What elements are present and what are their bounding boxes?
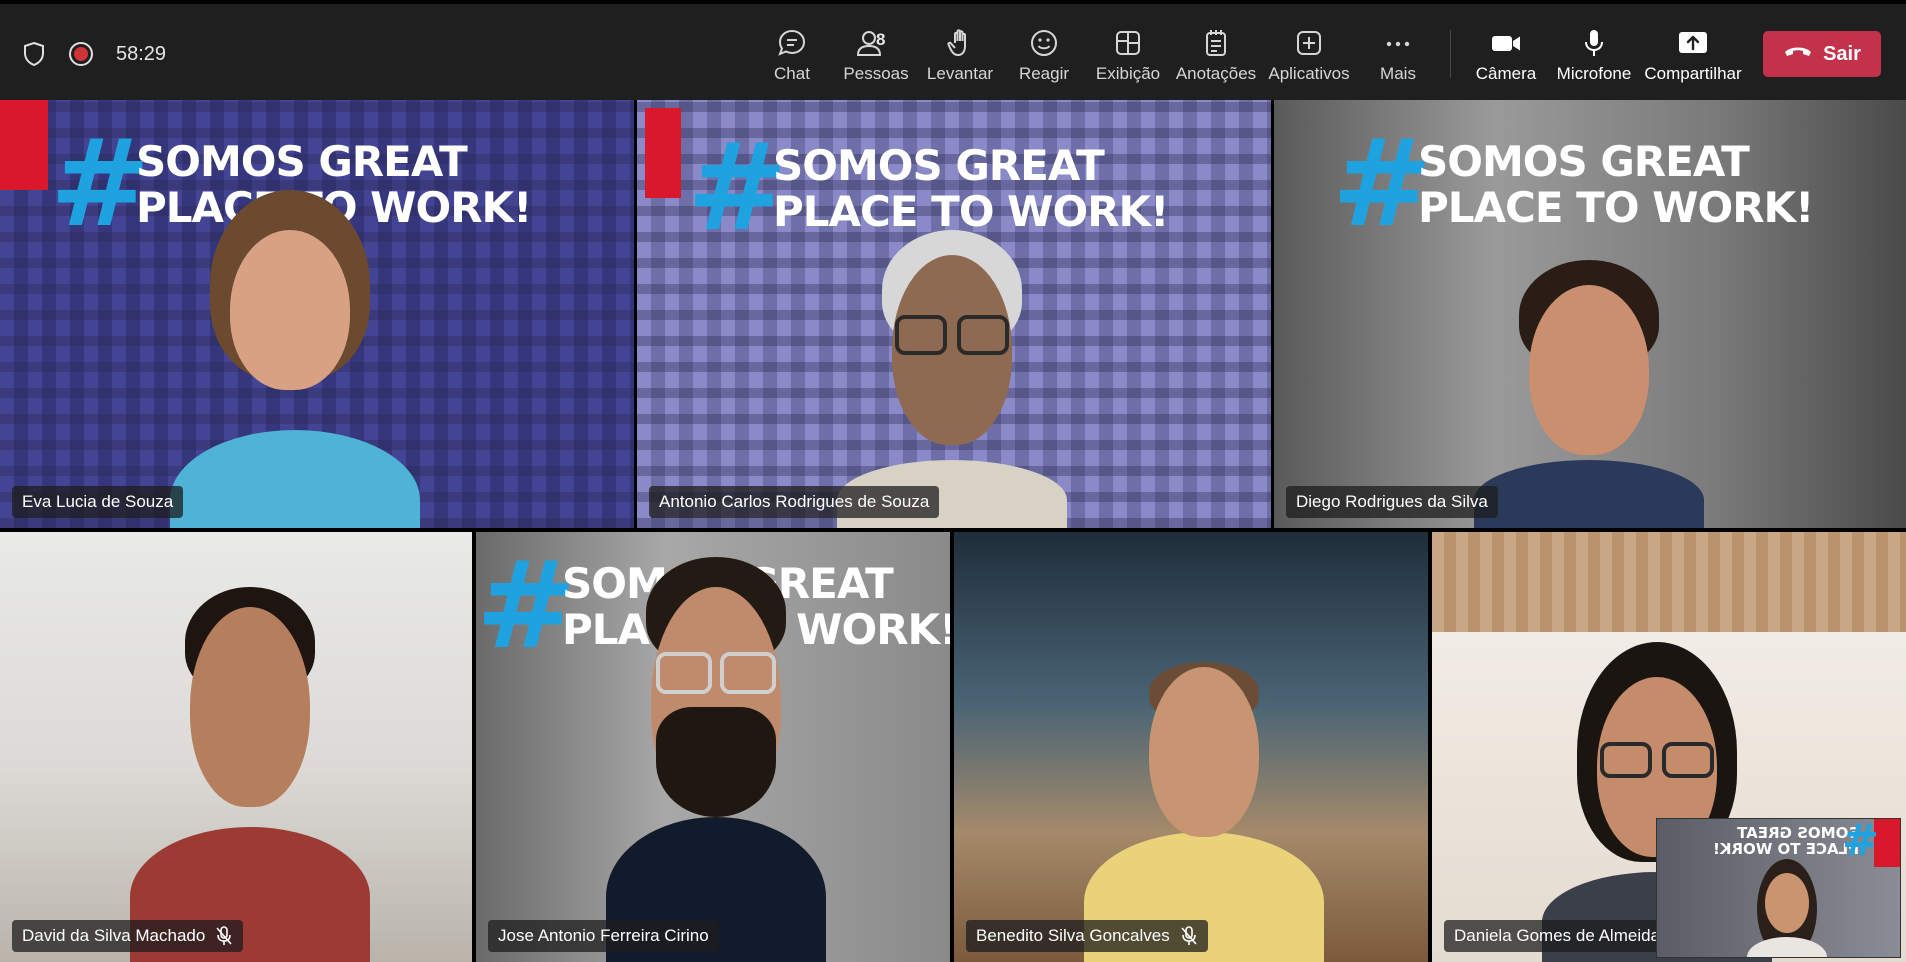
hang-up-icon <box>1783 43 1813 66</box>
leave-button[interactable]: Sair <box>1763 31 1881 77</box>
participant-tile[interactable]: # SOMOS GREAT PLACE TO WORK! Diego Rodri… <box>1274 100 1906 528</box>
participant-tile-active[interactable]: # SOMOS GREAT PLACE TO WORK! Antonio Car… <box>637 100 1271 528</box>
participant-name: Antonio Carlos Rodrigues de Souza <box>649 486 940 518</box>
self-view-video[interactable]: SOMOS GREAT PLACE TO WORK! # <box>1656 818 1901 958</box>
share-button[interactable]: Compartilhar <box>1644 26 1742 88</box>
participant-video <box>130 587 370 962</box>
add-app-icon <box>1293 26 1325 60</box>
recording-icon <box>68 41 94 67</box>
apps-button[interactable]: Aplicativos <box>1268 26 1350 88</box>
participant-video <box>1084 662 1324 962</box>
shield-icon[interactable] <box>22 41 46 67</box>
participant-video <box>1474 260 1704 528</box>
participant-name: Jose Antonio Ferreira Cirino <box>488 920 719 952</box>
people-icon: 8 <box>846 26 906 60</box>
more-button[interactable]: Mais <box>1378 26 1418 88</box>
microphone-button[interactable]: Microfone <box>1556 26 1632 88</box>
company-logo <box>0 100 48 190</box>
react-button[interactable]: Reagir <box>1018 26 1070 88</box>
participant-name: David da Silva Machado <box>12 920 244 952</box>
hand-icon <box>944 26 976 60</box>
camera-icon <box>1489 26 1523 60</box>
background-banner: # SOMOS GREAT PLACE TO WORK! <box>687 119 1169 258</box>
mic-off-icon <box>1180 926 1198 946</box>
notes-icon <box>1200 26 1232 60</box>
participant-tile[interactable]: Benedito Silva Goncalves <box>954 532 1428 962</box>
people-button[interactable]: 8 Pessoas <box>843 26 908 88</box>
notes-button[interactable]: Anotações <box>1176 26 1256 88</box>
chat-button[interactable]: Chat <box>770 26 814 88</box>
camera-button[interactable]: Câmera <box>1476 26 1536 88</box>
meeting-toolbar: 58:29 Chat 8 Pessoas Levantar Reagir Exi… <box>0 0 1906 100</box>
background-banner: # SOMOS GREAT PLACE TO WORK! <box>1332 115 1814 254</box>
company-logo <box>645 108 681 198</box>
meeting-status: 58:29 <box>22 36 166 72</box>
raise-hand-button[interactable]: Levantar <box>927 26 993 88</box>
smiley-icon <box>1028 26 1060 60</box>
mirrored-banner: SOMOS GREAT PLACE TO WORK! <box>1713 824 1860 858</box>
participant-tile[interactable]: # SOMOS GREAT PLACE TO WORK! Eva Lucia d… <box>0 100 634 528</box>
layout-icon <box>1112 26 1144 60</box>
toolbar-divider <box>1450 30 1451 78</box>
mirrored-hash: # <box>1842 818 1879 866</box>
participant-video <box>837 230 1067 528</box>
participant-video <box>606 557 826 962</box>
mic-off-icon <box>215 926 233 946</box>
participant-name: Eva Lucia de Souza <box>12 486 184 518</box>
participant-tile[interactable]: # SOMOS GREAT PLACE TO WORK! Jose Antoni… <box>476 532 950 962</box>
view-button[interactable]: Exibição <box>1096 26 1160 88</box>
more-dots-icon <box>1382 26 1414 60</box>
participant-name: Diego Rodrigues da Silva <box>1286 486 1498 518</box>
share-screen-icon <box>1676 26 1710 60</box>
self-view-person <box>1747 859 1827 957</box>
meeting-timer: 58:29 <box>116 42 167 65</box>
chat-icon <box>776 26 808 60</box>
microphone-icon <box>1578 26 1610 60</box>
people-count: 8 <box>876 30 886 49</box>
participant-name: Benedito Silva Goncalves <box>966 920 1208 952</box>
participant-tile[interactable]: David da Silva Machado <box>0 532 472 962</box>
participant-video <box>170 190 420 528</box>
